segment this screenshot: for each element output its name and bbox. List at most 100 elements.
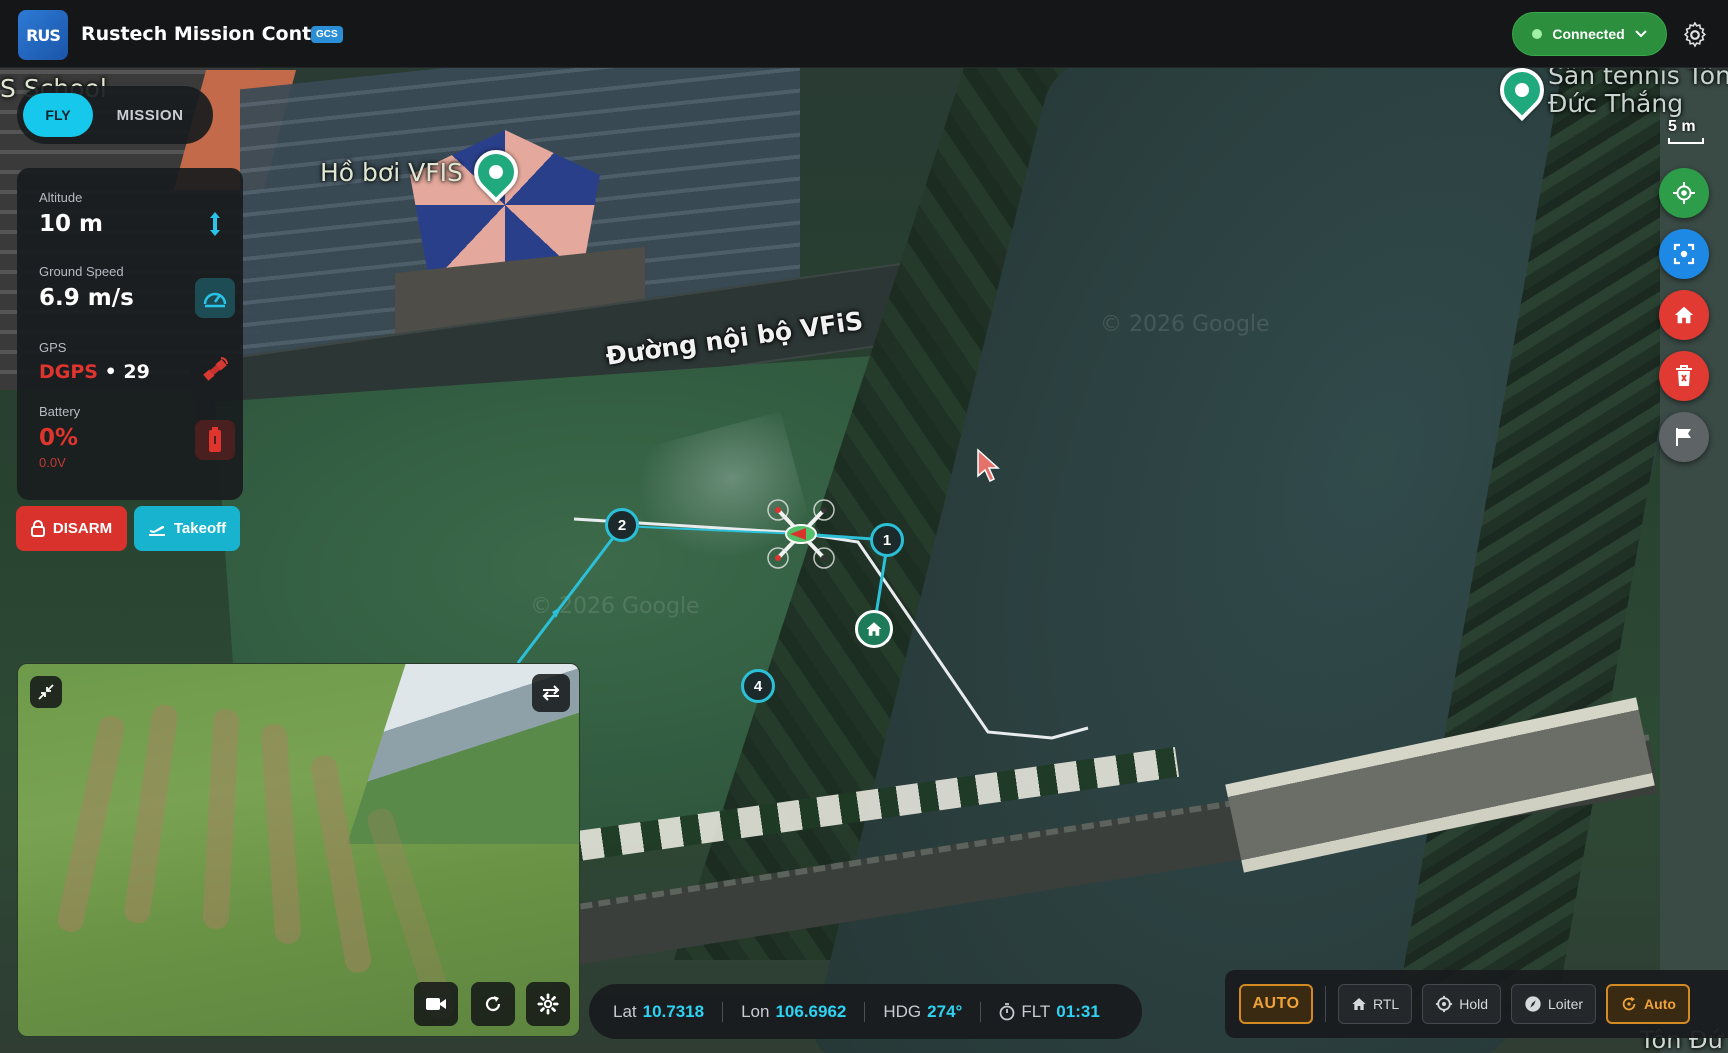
map-watermark: © 2026 Google: [1100, 312, 1270, 337]
current-mode-badge: AUTO: [1239, 984, 1313, 1024]
heading-label: HDG: [883, 1001, 922, 1021]
mode-hold-label: Hold: [1459, 996, 1488, 1012]
latitude-readout: Lat 10.7318: [613, 1002, 704, 1022]
latitude-label: Lat: [613, 1001, 637, 1021]
telemetry-altitude: Altitude 10 m: [39, 190, 239, 237]
mode-loiter-button[interactable]: Loiter: [1511, 984, 1597, 1024]
set-home-button[interactable]: [1659, 290, 1709, 340]
video-camera-icon: [426, 998, 446, 1010]
waypoint-marker[interactable]: 1: [870, 523, 904, 557]
takeoff-label: Takeoff: [173, 520, 227, 537]
video-feed-furrow: [202, 708, 240, 930]
chevron-down-icon: [1634, 30, 1647, 38]
mission-control-app: S School Hồ bơi VFIS Đường nội bộ VFiS ©…: [0, 0, 1728, 1053]
gps-satellite-count: 29: [123, 361, 150, 383]
altitude-label: Altitude: [39, 190, 83, 205]
mode-hold-button[interactable]: Hold: [1422, 984, 1501, 1024]
home-marker[interactable]: [855, 610, 893, 648]
longitude-label: Lon: [741, 1001, 770, 1021]
home-icon: [1352, 998, 1366, 1010]
telemetry-battery: Battery 0% 0.0V: [39, 404, 239, 470]
mode-loiter-label: Loiter: [1548, 996, 1584, 1012]
waypoint-marker[interactable]: 2: [605, 508, 639, 542]
map-scale-bar: [1668, 138, 1704, 144]
map-place-label-line: Đức Thắng: [1548, 89, 1684, 118]
altitude-arrows-icon: [195, 204, 235, 244]
swap-arrows-icon: [542, 685, 560, 701]
video-feed-furrow: [309, 753, 373, 975]
telemetry-ground-speed: Ground Speed 6.9 m/s: [39, 264, 239, 318]
flag-button[interactable]: [1659, 412, 1709, 462]
mode-rtl-button[interactable]: RTL: [1338, 984, 1413, 1024]
home-icon: [1674, 306, 1694, 324]
divider: [1325, 986, 1326, 1022]
speedometer-icon: [195, 278, 235, 318]
position-status-bar: Lat 10.7318 Lon 106.6962 HDG 274° FLT 01…: [589, 984, 1142, 1039]
gps-fix-type: DGPS: [39, 361, 98, 383]
flight-time-label: FLT: [1021, 1001, 1051, 1021]
disarm-button[interactable]: DISARM: [16, 506, 127, 551]
drone-marker-icon[interactable]: [760, 496, 842, 572]
compass-icon: [1525, 996, 1541, 1012]
gear-icon: [537, 993, 559, 1015]
crosshair-icon: [1436, 995, 1453, 1013]
takeoff-button[interactable]: Takeoff: [134, 506, 240, 551]
video-settings-button[interactable]: [526, 982, 570, 1026]
battery-icon: [195, 420, 235, 460]
ground-speed-label: Ground Speed: [39, 264, 124, 279]
flag-icon: [1676, 428, 1691, 446]
mode-rtl-label: RTL: [1373, 996, 1400, 1012]
mouse-cursor-icon: [977, 448, 1000, 483]
refresh-video-button[interactable]: [471, 982, 515, 1026]
latitude-value: 10.7318: [642, 1001, 705, 1021]
refresh-icon: [485, 996, 501, 1012]
video-feed-furrow: [260, 723, 302, 945]
stopwatch-icon: [999, 1002, 1015, 1020]
record-video-button[interactable]: [414, 982, 458, 1026]
map-place-label: Hồ bơi VFIS: [320, 158, 463, 187]
gcs-badge: GCS: [311, 26, 343, 43]
video-feed-furrow: [122, 703, 180, 925]
minimize-video-button[interactable]: [30, 676, 62, 708]
video-feed-furrow: [55, 713, 127, 935]
flight-time-readout: FLT 01:31: [999, 1001, 1100, 1022]
tab-mission[interactable]: MISSION: [93, 107, 207, 124]
map-place-label: Sân tennis Tôn Đức Thắng: [1548, 62, 1728, 118]
home-icon: [866, 622, 882, 636]
app-title: Rustech Mission Control: [81, 23, 341, 45]
mode-auto-button[interactable]: Auto: [1606, 984, 1690, 1024]
mode-auto-label: Auto: [1644, 996, 1676, 1012]
swap-view-button[interactable]: [532, 674, 570, 712]
telemetry-gps: GPS DGPS • 29: [39, 340, 239, 383]
waypoint-marker[interactable]: 4: [741, 669, 775, 703]
focus-view-button[interactable]: [1659, 229, 1709, 279]
focus-icon: [1673, 243, 1695, 265]
satellite-icon: [195, 350, 235, 390]
mode-toggle: FLY MISSION: [17, 86, 213, 144]
camera-feed-panel[interactable]: [17, 663, 580, 1037]
map-scale-label: 5 m: [1668, 118, 1696, 135]
locate-drone-button[interactable]: [1659, 168, 1709, 218]
gps-separator: •: [104, 361, 117, 383]
flight-mode-bar: AUTO RTL Hold Loiter Auto: [1225, 970, 1728, 1038]
app-logo: RUS: [18, 10, 68, 60]
longitude-readout: Lon 106.6962: [741, 1002, 846, 1022]
tab-fly[interactable]: FLY: [23, 93, 93, 137]
divider: [722, 1001, 724, 1022]
connection-status-dot: [1532, 29, 1543, 39]
takeoff-plane-icon: [148, 525, 165, 536]
locate-icon: [1673, 182, 1695, 204]
gear-icon[interactable]: [1682, 22, 1708, 48]
divider: [864, 1001, 866, 1022]
connection-dropdown[interactable]: Connected: [1512, 12, 1667, 56]
longitude-value: 106.6962: [775, 1001, 847, 1021]
minimize-icon: [38, 684, 54, 700]
telemetry-panel: Altitude 10 m Ground Speed 6.9 m/s GPS D…: [17, 168, 243, 500]
top-bar: RUS Rustech Mission Control GCS Connecte…: [0, 0, 1728, 68]
lock-icon: [30, 520, 45, 537]
divider: [980, 1001, 982, 1022]
flight-time-value: 01:31: [1056, 1001, 1100, 1021]
connection-label: Connected: [1552, 26, 1625, 42]
clear-mission-button[interactable]: [1659, 351, 1709, 401]
auto-cycle-icon: [1622, 996, 1636, 1011]
